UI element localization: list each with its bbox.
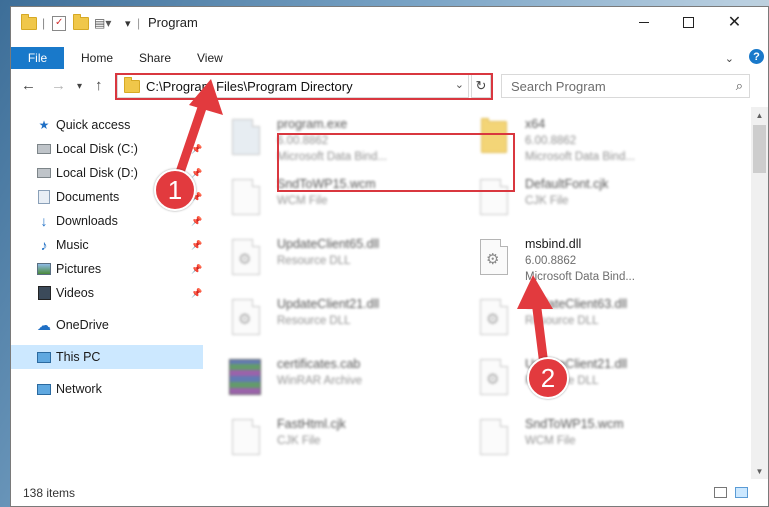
file-item[interactable]: ⚙ UpdateClient21.dll Resource DLL — [455, 351, 689, 407]
callout-badge-1: 1 — [154, 169, 196, 211]
file-item[interactable]: certificates.cab WinRAR Archive — [207, 351, 441, 407]
customize-icon[interactable]: ▤▾ — [94, 15, 111, 31]
file-version: 6.00.8862 — [525, 255, 577, 267]
help-icon[interactable]: ? — [749, 49, 764, 64]
archive-icon — [229, 357, 261, 397]
sidebar-item-music[interactable]: ♪ Music 📌 — [11, 233, 203, 257]
file-item-msbind[interactable]: ⚙ msbind.dll 6.00.8862 Microsoft Data Bi… — [455, 231, 689, 287]
vertical-scrollbar[interactable]: ▲ ▼ — [751, 107, 768, 479]
expand-ribbon-icon[interactable]: ⌄ — [725, 52, 734, 65]
file-name: msbind.dll — [525, 237, 582, 251]
msbind-highlight-box — [277, 133, 515, 192]
file-item[interactable]: FastHtml.cjk CJK File — [207, 411, 441, 467]
status-bar: 138 items — [11, 480, 768, 506]
sidebar-item-label: Videos — [56, 286, 94, 300]
tab-share[interactable]: Share — [139, 51, 171, 65]
pin-icon: 📌 — [191, 287, 203, 298]
star-icon: ★ — [38, 118, 50, 132]
details-view-icon[interactable] — [714, 487, 727, 498]
network-icon — [37, 382, 51, 396]
dll-icon: ⚙ — [477, 357, 509, 397]
ribbon-tabs: File Home Share View ⌄ ? — [11, 47, 768, 69]
quick-access-folder-icon — [21, 13, 37, 31]
explorer-window: | ✓ ▤▾ ▾ | Program ✕ File Home Share Vie… — [10, 6, 769, 507]
item-count: 138 items — [23, 486, 76, 500]
recent-locations-button[interactable]: ▾ — [77, 81, 82, 92]
minimize-icon — [638, 21, 649, 23]
new-folder-icon[interactable] — [73, 13, 89, 31]
exe-icon — [229, 117, 261, 157]
file-item[interactable]: ⚙ UpdateClient21.dll Resource DLL — [207, 291, 441, 347]
chevron-down-icon[interactable]: ▾ — [125, 15, 131, 31]
dll-icon: ⚙ — [229, 297, 261, 337]
file-icon — [477, 417, 509, 457]
title-bar: | ✓ ▤▾ ▾ | Program ✕ — [11, 7, 768, 39]
dll-icon: ⚙ — [477, 237, 509, 277]
pin-icon: 📌 — [191, 239, 203, 250]
properties-icon[interactable]: ✓ — [52, 15, 66, 31]
pin-icon: 📌 — [191, 215, 203, 226]
close-icon: ✕ — [727, 14, 742, 31]
tiles-view-icon[interactable] — [735, 487, 748, 498]
sidebar-item-label: Pictures — [56, 262, 102, 276]
window-title: Program — [148, 15, 198, 30]
search-icon: ⌕ — [735, 78, 743, 93]
music-icon: ♪ — [40, 237, 48, 253]
navigation-bar: ← → ▾ ↑ C:\Program Files\Program Directo… — [11, 73, 768, 101]
sidebar-item-label: Local Disk (D:) — [56, 166, 138, 180]
file-item[interactable]: ⚙ UpdateClient63.dll Resource DLL — [455, 291, 689, 347]
separator: | — [42, 16, 46, 30]
sidebar-item-label: Local Disk (C:) — [56, 142, 138, 156]
tab-home[interactable]: Home — [81, 51, 113, 65]
this-pc-icon — [37, 350, 51, 364]
back-button[interactable]: ← — [21, 77, 36, 94]
sidebar-item-downloads[interactable]: ↓ Downloads 📌 — [11, 209, 203, 233]
drive-icon — [37, 142, 51, 156]
search-placeholder: Search Program — [511, 78, 606, 94]
file-icon — [229, 177, 261, 217]
pin-icon: 📌 — [191, 263, 203, 274]
tab-view[interactable]: View — [197, 51, 223, 65]
file-item[interactable]: ⚙ UpdateClient65.dll Resource DLL — [207, 231, 441, 287]
maximize-icon — [683, 16, 694, 28]
onedrive-icon: ☁ — [37, 316, 51, 333]
sidebar-item-onedrive[interactable]: ☁ OneDrive — [11, 313, 203, 337]
scroll-up-icon[interactable]: ▲ — [751, 107, 768, 123]
file-item[interactable]: SndToWP15.wcm WCM File — [455, 411, 689, 467]
dll-icon: ⚙ — [229, 237, 261, 277]
sidebar-item-label: This PC — [56, 350, 101, 364]
documents-icon — [37, 190, 51, 204]
scroll-down-icon[interactable]: ▼ — [751, 463, 768, 479]
file-icon — [229, 417, 261, 457]
sidebar-item-label: Documents — [56, 190, 120, 204]
up-button[interactable]: ↑ — [95, 77, 103, 94]
separator: | — [137, 16, 141, 30]
sidebar-item-pictures[interactable]: Pictures 📌 — [11, 257, 203, 281]
tab-file[interactable]: File — [11, 47, 64, 69]
sidebar-item-videos[interactable]: Videos 📌 — [11, 281, 203, 305]
search-input[interactable]: Search Program ⌕ — [501, 74, 750, 98]
downloads-icon: ↓ — [40, 213, 48, 229]
forward-button[interactable]: → — [51, 77, 66, 94]
sidebar-item-label: Quick access — [56, 118, 131, 132]
sidebar-item-label: Music — [56, 238, 89, 252]
close-button[interactable]: ✕ — [712, 7, 757, 37]
sidebar-item-label: OneDrive — [56, 318, 109, 332]
minimize-button[interactable] — [621, 7, 666, 37]
drive-icon — [37, 166, 51, 180]
pictures-icon — [37, 262, 51, 276]
sidebar-item-this-pc[interactable]: This PC — [11, 345, 203, 369]
sidebar-item-label: Network — [56, 382, 102, 396]
scrollbar-thumb[interactable] — [753, 125, 766, 173]
videos-icon — [37, 286, 51, 300]
maximize-button[interactable] — [666, 7, 711, 37]
dll-icon: ⚙ — [477, 297, 509, 337]
sidebar-item-network[interactable]: Network — [11, 377, 203, 401]
callout-badge-2: 2 — [527, 357, 569, 399]
sidebar-item-label: Downloads — [56, 214, 118, 228]
